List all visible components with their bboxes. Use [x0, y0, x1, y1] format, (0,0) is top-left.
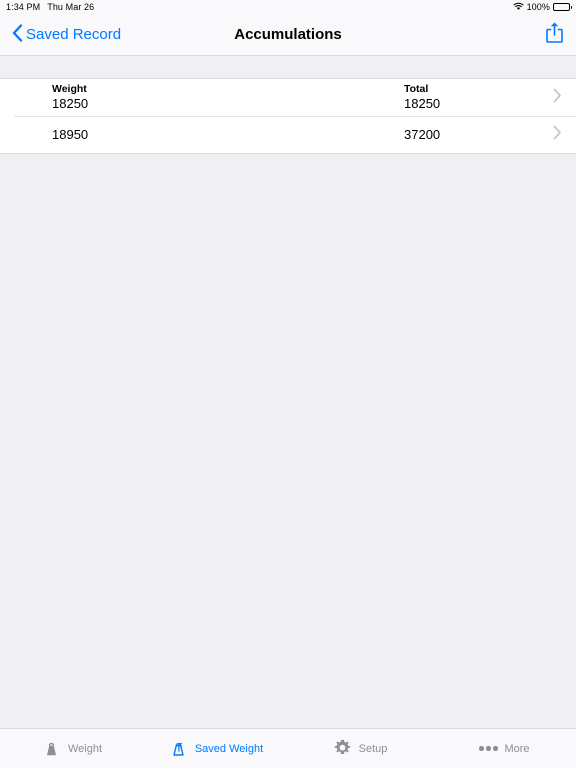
chevron-right-icon[interactable]: [553, 88, 562, 108]
status-bar-right: 100%: [513, 2, 572, 13]
chevron-right-icon[interactable]: [553, 125, 562, 145]
tab-more-label: More: [504, 742, 530, 755]
tab-bar: Weight Saved Weight Setup More: [0, 728, 576, 768]
cell-total-value: 37200: [404, 126, 441, 142]
table-top-spacer: [0, 56, 576, 78]
app-screen: 1:34 PM Thu Mar 26 100% Saved Record Acc…: [0, 0, 576, 768]
status-bar: 1:34 PM Thu Mar 26 100%: [0, 0, 576, 14]
tab-more[interactable]: More: [432, 729, 576, 768]
column-header-weight: Weight: [52, 83, 87, 95]
back-button-label: Saved Record: [26, 26, 122, 43]
accumulations-table: Weight 18250 Total 18250 18950 37200: [0, 78, 576, 154]
ellipsis-dot: [493, 746, 498, 751]
ellipsis-dots: [479, 746, 498, 751]
ellipsis-dot: [479, 746, 484, 751]
ellipsis-dot: [486, 746, 491, 751]
status-bar-left: 1:34 PM Thu Mar 26: [6, 2, 94, 12]
content-area: Weight 18250 Total 18250 18950 37200: [0, 56, 576, 728]
cell-weight-value: 18950: [52, 126, 89, 142]
share-icon: [545, 21, 564, 49]
saved-weight-icon: [169, 739, 189, 759]
column-header-total: Total: [404, 83, 429, 95]
cell-total: Total 18250: [404, 83, 440, 112]
table-row[interactable]: 18950 37200: [0, 116, 576, 153]
status-date: Thu Mar 26: [47, 2, 95, 12]
wifi-icon: [513, 2, 524, 13]
tab-weight[interactable]: Weight: [0, 729, 144, 768]
tab-saved-weight-label: Saved Weight: [194, 742, 264, 755]
tab-saved-weight[interactable]: Saved Weight: [144, 729, 288, 768]
navigation-bar: Saved Record Accumulations: [0, 14, 576, 56]
ellipsis-icon: [478, 739, 498, 759]
tab-setup[interactable]: Setup: [288, 729, 432, 768]
battery-full-icon: [553, 3, 572, 11]
table-row[interactable]: Weight 18250 Total 18250: [0, 79, 576, 116]
tab-setup-label: Setup: [358, 742, 388, 755]
cell-total: 37200: [404, 127, 440, 143]
tab-weight-label: Weight: [67, 742, 103, 755]
gear-icon: [333, 739, 353, 759]
chevron-left-icon: [12, 23, 23, 46]
weight-icon: [42, 739, 62, 759]
cell-weight: 18950: [52, 127, 88, 143]
status-time: 1:34 PM: [6, 2, 41, 12]
share-button[interactable]: [545, 21, 564, 49]
battery-percent-label: 100%: [526, 2, 550, 12]
cell-total-value: 18250: [404, 96, 441, 111]
cell-weight: Weight 18250: [52, 83, 88, 112]
back-button[interactable]: Saved Record: [12, 23, 122, 46]
cell-weight-value: 18250: [52, 96, 89, 111]
